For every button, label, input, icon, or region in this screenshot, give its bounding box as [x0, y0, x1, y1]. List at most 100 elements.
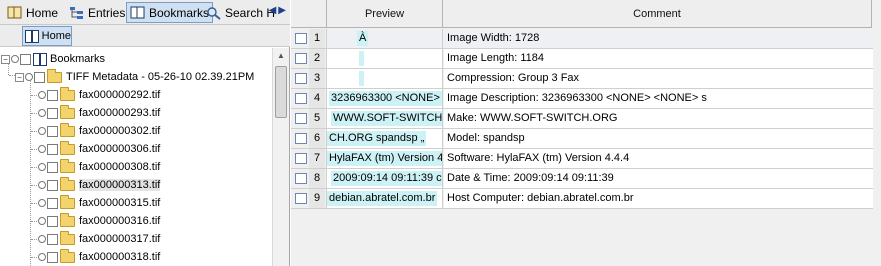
preview-text [359, 51, 364, 66]
scrollbar-thumb[interactable] [275, 66, 287, 118]
row-checkbox[interactable] [295, 73, 307, 84]
bookmark-book-icon [33, 52, 47, 66]
node-circle-icon [38, 109, 46, 117]
node-circle-icon [38, 127, 46, 135]
node-checkbox[interactable] [47, 107, 58, 119]
column-header-preview[interactable]: Preview [326, 0, 443, 28]
preview-cell [326, 69, 443, 88]
row-checkbox[interactable] [295, 93, 307, 104]
preview-cell: CH.ORG spandsp „ [326, 129, 443, 148]
row-checkbox[interactable] [295, 153, 307, 164]
tree-node-bookmarks[interactable]: − Bookmarks [1, 50, 105, 68]
folder-icon [60, 122, 75, 137]
node-checkbox[interactable] [47, 197, 58, 209]
comment-cell: Model: spandsp [444, 129, 873, 148]
row-checkbox[interactable] [295, 173, 307, 184]
table-row[interactable]: 7 HylaFAX (tm) Version 4 Software: HylaF… [291, 149, 873, 169]
row-number: 1 [309, 29, 325, 48]
folder-icon [60, 86, 75, 101]
preview-text: 2009:09:14 09:11:39 c [331, 171, 442, 186]
home-button[interactable]: Home [22, 26, 72, 46]
tree-node-file[interactable]: fax000000302.tif [31, 122, 160, 140]
preview-cell: HylaFAX (tm) Version 4 [326, 149, 443, 168]
folder-icon [60, 212, 75, 227]
tab-scroll-arrows: ◀ ▶ [269, 5, 286, 16]
tree-node-label: Bookmarks [50, 53, 106, 65]
node-checkbox[interactable] [47, 161, 58, 173]
row-checkbox[interactable] [295, 193, 307, 204]
tab-search[interactable]: Search H [203, 2, 278, 23]
folder-icon [60, 176, 75, 191]
collapse-icon[interactable]: − [1, 54, 10, 64]
preview-cell: 3236963300 <NONE> [326, 89, 443, 108]
tab-entries[interactable]: Entries [66, 2, 128, 23]
preview-cell [326, 49, 443, 68]
tree-node-file[interactable]: fax000000306.tif [31, 140, 160, 158]
table-row[interactable]: 3 Compression: Group 3 Fax [291, 69, 873, 89]
bookmark-book-icon [130, 6, 146, 20]
search-icon [206, 6, 222, 20]
comment-cell: Image Length: 1184 [444, 49, 873, 68]
tree-node-label: fax000000313.tif [79, 179, 161, 191]
tab-home-label: Home [26, 5, 59, 20]
node-checkbox[interactable] [20, 53, 31, 65]
preview-cell: 2009:09:14 09:11:39 c [326, 169, 443, 188]
home-button-label: Home [41, 30, 71, 42]
node-checkbox[interactable] [34, 71, 45, 83]
row-number: 7 [309, 149, 325, 168]
tree-node-folder[interactable]: − TIFF Metadata - 05-26-10 02.39.21PM [15, 68, 254, 86]
row-checkbox[interactable] [295, 133, 307, 144]
tree-scrollbar[interactable]: ▲ [272, 48, 289, 266]
row-checkbox[interactable] [295, 33, 307, 44]
node-checkbox[interactable] [47, 89, 58, 101]
table-row[interactable]: 2 Image Length: 1184 [291, 49, 873, 69]
column-header-label: Preview [364, 7, 405, 20]
node-checkbox[interactable] [47, 215, 58, 227]
tree-node-file[interactable]: fax000000292.tif [31, 86, 160, 104]
collapse-icon[interactable]: − [15, 72, 24, 82]
table-row[interactable]: 6 CH.ORG spandsp „ Model: spandsp [291, 129, 873, 149]
folder-icon [47, 68, 62, 83]
tree-icon [69, 6, 85, 20]
tab-scroll-right-icon[interactable]: ▶ [278, 5, 286, 16]
preview-text: CH.ORG spandsp „ [327, 131, 427, 146]
tree-node-file[interactable]: fax000000317.tif [31, 230, 160, 248]
row-checkbox[interactable] [295, 53, 307, 64]
node-checkbox[interactable] [47, 143, 58, 155]
tree-node-file[interactable]: fax000000308.tif [31, 158, 160, 176]
home-toolbar: Home [0, 25, 290, 47]
scroll-up-icon[interactable]: ▲ [277, 51, 285, 60]
table-row[interactable]: 8 2009:09:14 09:11:39 c Date & Time: 200… [291, 169, 873, 189]
table-row[interactable]: 4 3236963300 <NONE> Image Description: 3… [291, 89, 873, 109]
row-checkbox[interactable] [295, 113, 307, 124]
bookmark-tree: − Bookmarks − TIFF Metadata - 05-26-10 0… [0, 48, 272, 266]
column-header-comment[interactable]: Comment [443, 0, 872, 28]
tab-bookmarks-label: Bookmarks [149, 5, 210, 20]
tree-node-label: fax000000317.tif [79, 233, 161, 245]
node-checkbox[interactable] [47, 233, 58, 245]
tree-node-file[interactable]: fax000000318.tif [31, 248, 160, 266]
tab-bookmarks[interactable]: Bookmarks [126, 2, 214, 23]
table-row[interactable]: 1 À Image Width: 1728 [291, 29, 873, 49]
bookmarks-pane: Home Entries Bookmarks Search H ◀ ▶ Home… [0, 0, 290, 266]
metadata-table: Preview Comment 1 À Image Width: 1728 2 … [291, 0, 881, 266]
tab-home[interactable]: Home [4, 2, 61, 23]
tree-node-file[interactable]: fax000000293.tif [31, 104, 160, 122]
comment-cell: Software: HylaFAX (tm) Version 4.4.4 [444, 149, 873, 168]
node-checkbox[interactable] [47, 179, 58, 191]
tree-node-label: TIFF Metadata - 05-26-10 02.39.21PM [66, 71, 255, 83]
node-circle-icon [25, 73, 33, 81]
tree-node-file-selected[interactable]: fax000000313.tif [31, 176, 161, 194]
preview-text: 3236963300 <NONE> [329, 91, 442, 106]
table-row[interactable]: 9 debian.abratel.com.br Host Computer: d… [291, 189, 873, 209]
table-row[interactable]: 5 WWW.SOFT-SWITCH. Make: WWW.SOFT-SWITCH… [291, 109, 873, 129]
preview-cell: debian.abratel.com.br [326, 189, 443, 208]
node-checkbox[interactable] [47, 125, 58, 137]
tree-node-label: fax000000302.tif [79, 125, 161, 137]
tab-scroll-left-icon[interactable]: ◀ [269, 5, 277, 16]
tree-node-file[interactable]: fax000000316.tif [31, 212, 160, 230]
folder-icon [60, 104, 75, 119]
preview-text: debian.abratel.com.br [327, 191, 438, 206]
node-checkbox[interactable] [47, 251, 58, 263]
tree-node-file[interactable]: fax000000315.tif [31, 194, 160, 212]
